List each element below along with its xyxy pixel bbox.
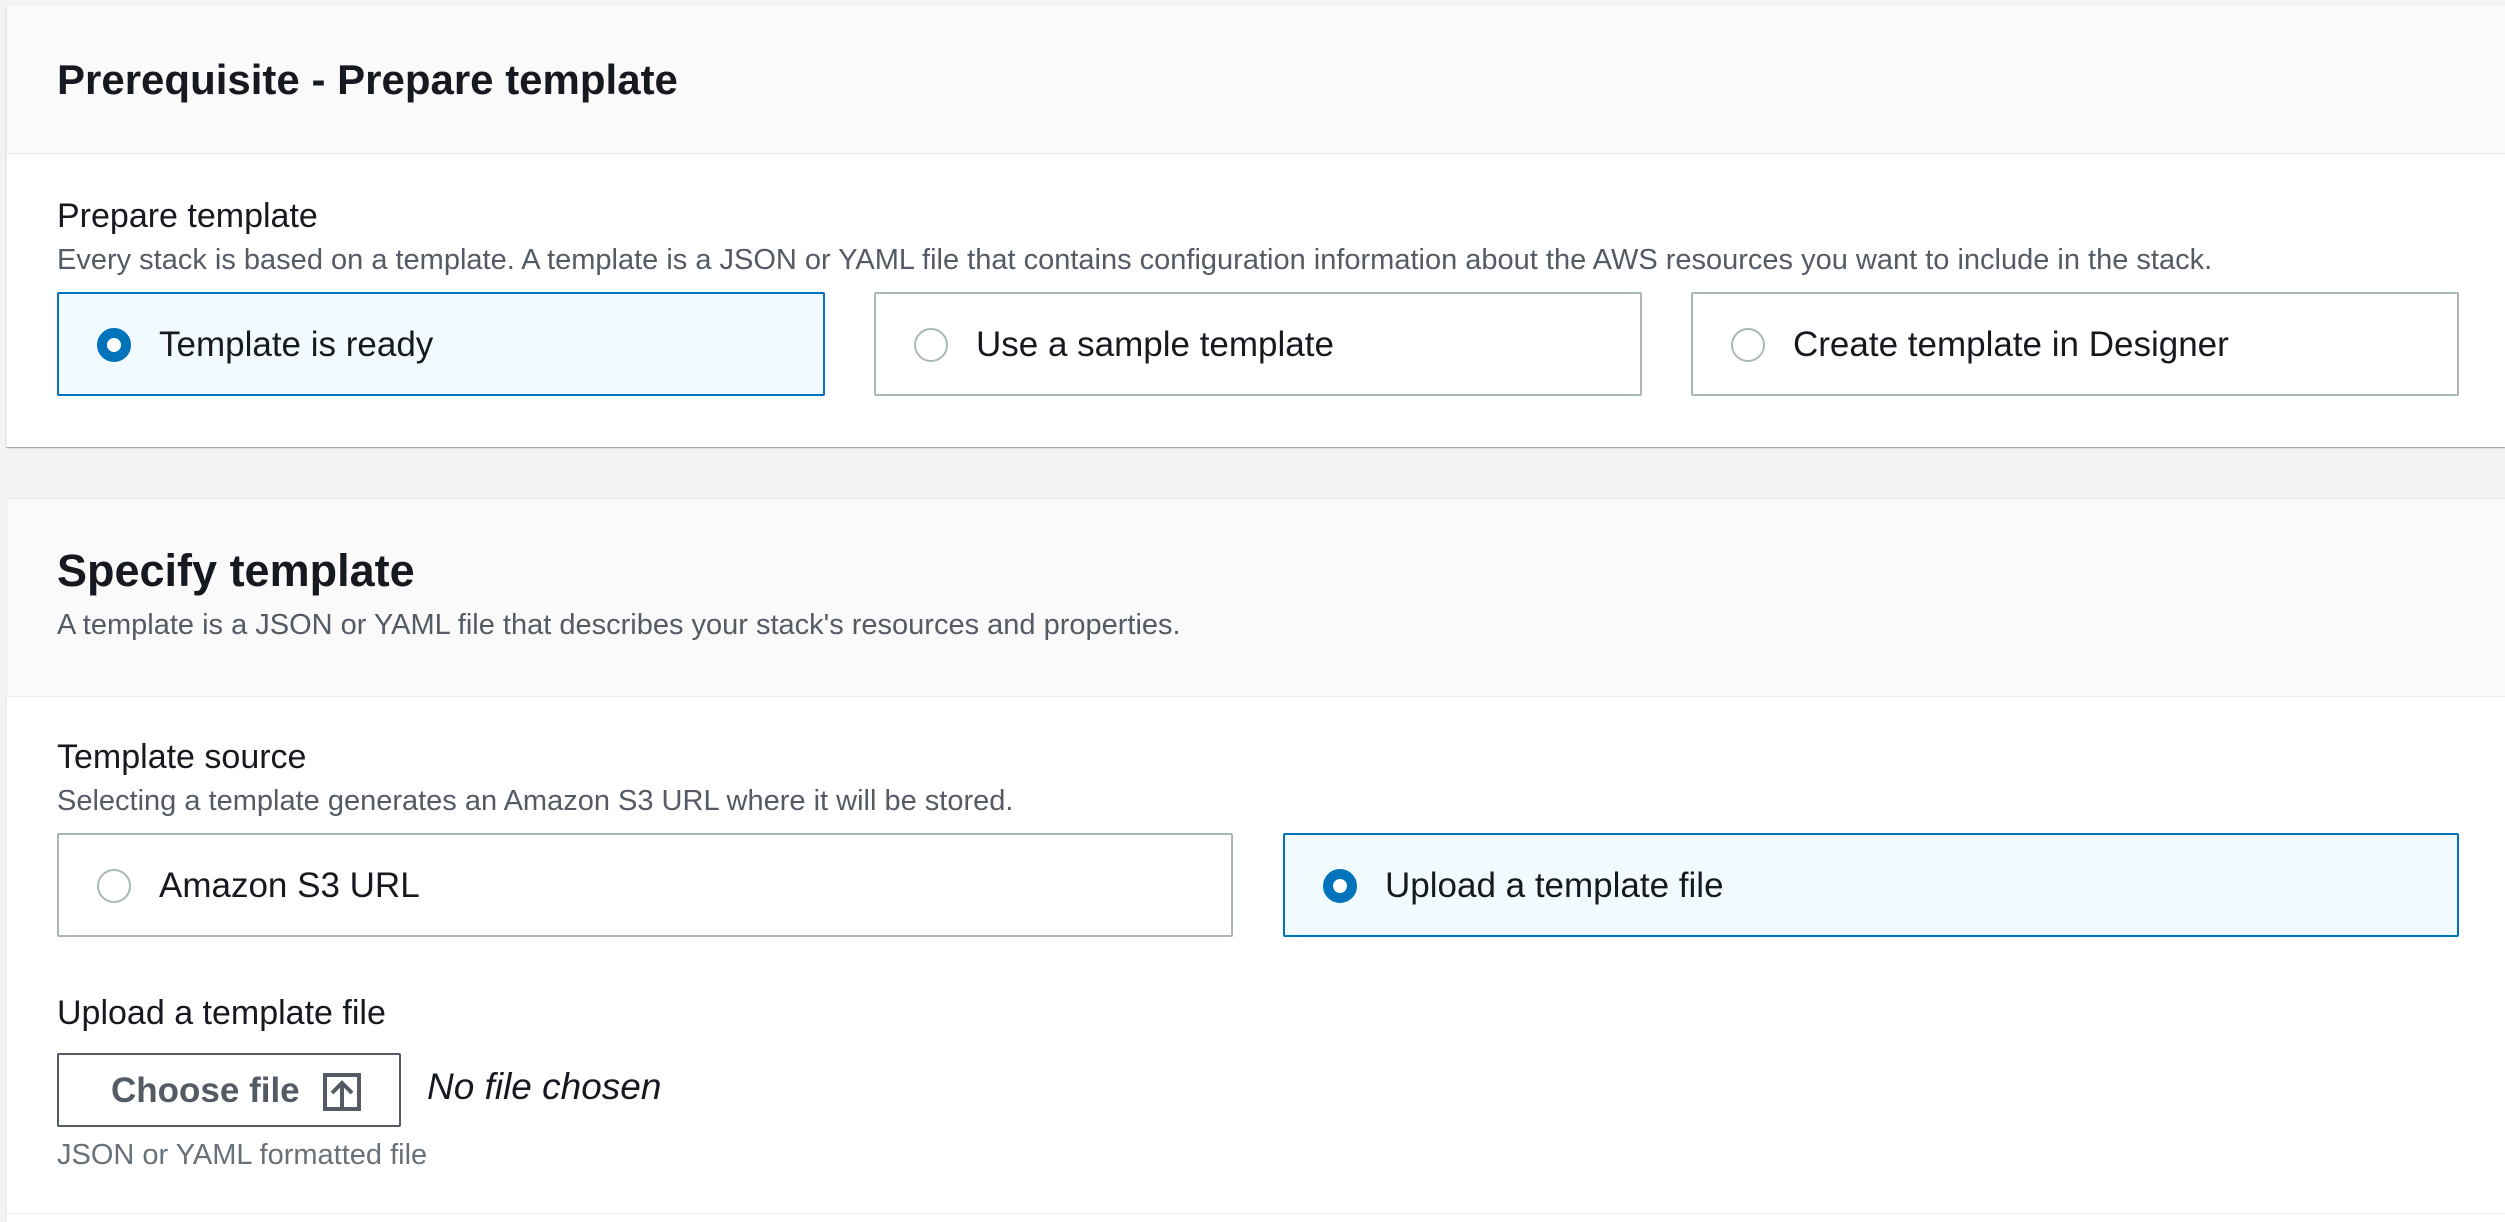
specify-template-panel: Specify template A template is a JSON or… bbox=[6, 498, 2505, 1222]
prepare-template-panel: Prerequisite - Prepare template Prepare … bbox=[6, 6, 2505, 447]
tile-label: Use a sample template bbox=[976, 325, 1334, 364]
specify-template-title: Specify template bbox=[57, 545, 415, 596]
radio-amazon-s3-url[interactable] bbox=[97, 869, 131, 903]
tile-amazon-s3-url[interactable]: Amazon S3 URL bbox=[57, 833, 1233, 937]
tile-label: Template is ready bbox=[159, 325, 434, 364]
tile-upload-template-file[interactable]: Upload a template file bbox=[1283, 833, 2459, 937]
radio-create-in-designer[interactable] bbox=[1731, 328, 1765, 362]
radio-use-sample-template[interactable] bbox=[914, 328, 948, 362]
tile-template-is-ready[interactable]: Template is ready bbox=[57, 292, 825, 396]
no-file-chosen-text: No file chosen bbox=[427, 1066, 662, 1107]
tile-label: Upload a template file bbox=[1385, 866, 1724, 905]
specify-template-header: Specify template A template is a JSON or… bbox=[7, 499, 2505, 697]
upload-icon bbox=[323, 1073, 361, 1111]
template-source-label: Template source bbox=[57, 738, 307, 776]
radio-upload-template-file[interactable] bbox=[1323, 869, 1357, 903]
tile-use-sample-template[interactable]: Use a sample template bbox=[874, 292, 1642, 396]
tile-label: Amazon S3 URL bbox=[159, 866, 420, 905]
choose-file-button[interactable]: Choose file bbox=[57, 1053, 401, 1127]
tile-create-in-designer[interactable]: Create template in Designer bbox=[1691, 292, 2459, 396]
file-constraint-text: JSON or YAML formatted file bbox=[57, 1139, 428, 1171]
radio-template-is-ready[interactable] bbox=[97, 328, 131, 362]
prepare-template-header: Prerequisite - Prepare template bbox=[7, 6, 2505, 154]
specify-template-description: A template is a JSON or YAML file that d… bbox=[57, 609, 1181, 641]
prepare-template-title: Prerequisite - Prepare template bbox=[57, 56, 678, 103]
prepare-template-label: Prepare template bbox=[57, 197, 318, 235]
divider bbox=[7, 1213, 2505, 1214]
tile-label: Create template in Designer bbox=[1793, 325, 2229, 364]
template-source-description: Selecting a template generates an Amazon… bbox=[57, 785, 1014, 817]
prepare-template-description: Every stack is based on a template. A te… bbox=[57, 244, 2213, 276]
choose-file-label: Choose file bbox=[111, 1071, 300, 1110]
upload-file-label: Upload a template file bbox=[57, 994, 386, 1032]
